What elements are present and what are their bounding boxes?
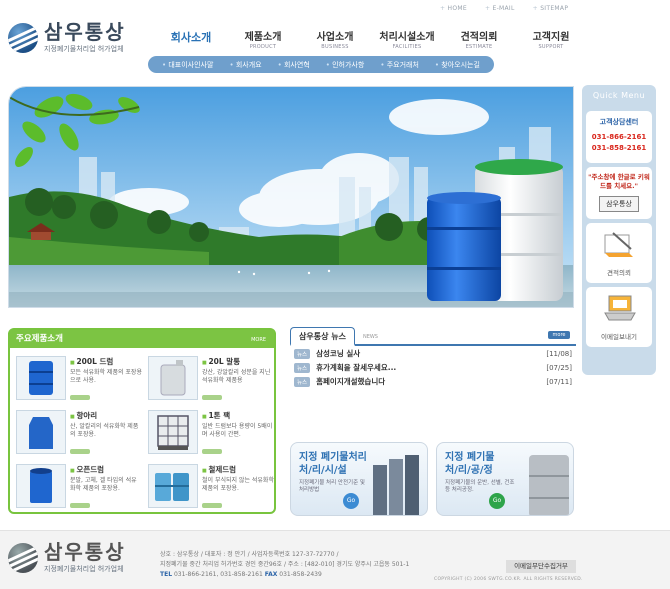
subnav-greeting[interactable]: 대표이사인사말 — [162, 60, 213, 70]
products-panel: 주요제품소개 MORE 200L 드럼모든 석유화학 제품의 포장용으로 사용.… — [8, 328, 276, 514]
utility-links: HOME E-MAIL SITEMAP — [440, 5, 568, 12]
product-more-button[interactable] — [202, 503, 222, 508]
nav-support[interactable]: 고객지원 SUPPORT — [515, 32, 587, 50]
subnav-licenses[interactable]: 인허가사항 — [326, 60, 364, 70]
facility-go-button[interactable]: Go — [343, 493, 359, 509]
facility-promo[interactable]: 지정 폐기물처리 처/리/시/설 지정폐기물 처리 안전기준 및 처리방법 Go — [290, 442, 428, 516]
news-badge: 뉴스 — [294, 362, 311, 373]
product-item[interactable]: 철제드럼철이 부식되지 않는 석유화학 제품의 포장용. — [148, 464, 274, 512]
phone-number-2: 031-858-2161 — [591, 144, 647, 152]
blue-drum-icon — [16, 356, 66, 400]
footer-logo-icon — [8, 543, 38, 573]
product-more-button[interactable] — [70, 449, 90, 454]
product-item[interactable]: 항아리산, 알칼리의 석유화학 제품의 포장용. — [16, 410, 142, 458]
footer-tel-label: TEL — [160, 571, 173, 578]
email-label: 이메일보내기 — [601, 333, 637, 341]
products-title: 주요제품소개 — [16, 334, 63, 344]
email-refusal-button[interactable]: 이메일무단수집거부 — [506, 560, 576, 573]
phone-number-1: 031-866-2161 — [591, 133, 647, 141]
customer-center-box: 고객상담센터 031-866-2161 031-858-2161 — [586, 111, 652, 163]
main-nav: 회사소개 제품소개 PRODUCT 사업소개 BUSINESS 처리시설소개 FACI… — [155, 32, 587, 51]
logo-globe-icon — [8, 23, 38, 53]
steel-drum-icon — [148, 464, 198, 508]
news-row[interactable]: 뉴스 삼성코닝 실사 [11/08] — [290, 347, 576, 360]
copyright: COPYRIGHT (C) 2006 SWTG.CO.KR. ALL RIGHT… — [434, 577, 583, 582]
process-drum-image — [529, 455, 569, 515]
product-more-button[interactable] — [202, 395, 222, 400]
sitemap-link[interactable]: SITEMAP — [533, 5, 569, 12]
news-row[interactable]: 뉴스 홈페이지개설했습니다 [07/11] — [290, 375, 576, 388]
open-drum-icon — [16, 464, 66, 508]
quick-menu: Quick Menu 고객상담센터 031-866-2161 031-858-2… — [582, 85, 656, 375]
nav-product[interactable]: 제품소개 PRODUCT — [227, 32, 299, 50]
product-more-button[interactable] — [70, 503, 90, 508]
hero-banner — [8, 86, 574, 308]
nav-facilities[interactable]: 처리시설소개 FACILITIES — [371, 32, 443, 50]
quick-menu-title: Quick Menu — [592, 91, 646, 100]
email-link[interactable]: E-MAIL — [485, 5, 515, 12]
product-item[interactable]: 200L 드럼모든 석유화학 제품의 포장용으로 사용. — [16, 356, 142, 404]
jerrycan-icon — [148, 356, 198, 400]
site-logo[interactable]: 삼우통상 지정폐기물처리업 허가업체 — [8, 22, 126, 54]
product-item[interactable]: 오픈드럼분말, 고체, 겔 타입의 석유화학 제품의 포장용. — [16, 464, 142, 512]
logo-subtitle: 지정폐기물처리업 허가업체 — [44, 45, 124, 53]
news-panel: 삼우통상 뉴스 NEWS more 뉴스 삼성코닝 실사 [11/08] 뉴스 … — [290, 327, 576, 428]
estimate-label: 견적의뢰 — [607, 269, 631, 277]
logo-title: 삼우통상 — [44, 20, 126, 44]
product-more-button[interactable] — [202, 449, 222, 454]
nav-estimate[interactable]: 견적의뢰 ESTIMATE — [443, 32, 515, 50]
email-button[interactable]: 이메일보내기 — [586, 287, 652, 347]
facility-promo-desc: 지정폐기물 처리 안전기준 및 처리방법 — [299, 480, 365, 493]
news-row[interactable]: 뉴스 휴가계획을 잘세우세요... [07/25] — [290, 361, 576, 374]
product-more-button[interactable] — [70, 395, 90, 400]
estimate-button[interactable]: 견적의뢰 — [586, 223, 652, 283]
home-link[interactable]: HOME — [440, 5, 467, 12]
ibc-tank-icon — [148, 410, 198, 454]
footer-logo-subtitle: 지정폐기물처리업 허가업체 — [44, 565, 124, 573]
nav-company[interactable]: 회사소개 — [155, 32, 227, 50]
customer-center-label: 고객상담센터 — [599, 118, 639, 126]
footer-line-1: 상호 : 삼우통상 / 대표자 : 정 안기 / 사업자등록번호 127-37-… — [160, 551, 339, 558]
nav-business[interactable]: 사업소개 BUSINESS — [299, 32, 371, 50]
footer-logo: 삼우통상 지정폐기물처리업 허가업체 — [8, 542, 126, 574]
keyword-badge[interactable]: 삼우통상 — [599, 196, 639, 212]
product-item[interactable]: 1톤 팩일반 드럼보다 용량이 5배이며 사용이 간편. — [148, 410, 274, 458]
blue-jar-icon — [16, 410, 66, 454]
process-go-button[interactable]: Go — [489, 493, 505, 509]
news-badge: 뉴스 — [294, 376, 311, 387]
sub-nav: 대표이사인사말 회사개요 회사연혁 인허가사항 주요거래처 찾아오시는길 — [148, 56, 494, 73]
subnav-overview[interactable]: 회사개요 — [229, 60, 262, 70]
subnav-clients[interactable]: 주요거래처 — [380, 60, 419, 70]
news-more-button[interactable]: more — [548, 331, 570, 339]
product-item[interactable]: 20L 말통강산, 강알칼리 성분을 지닌 석유화학 제품용 — [148, 356, 274, 404]
footer-logo-title: 삼우통상 — [44, 540, 126, 564]
hero-blue-drum — [427, 192, 501, 301]
keyword-box: "주소창에 한글로 키워드를 치세요." 삼우통상 — [586, 167, 652, 219]
products-more-link[interactable]: MORE — [251, 331, 266, 348]
footer-line-2: 지정폐기물 중간 처리업 허가번호 경인 중간96호 / 주소 : [482-0… — [160, 561, 410, 568]
estimate-icon — [604, 232, 633, 257]
footer-info: 상호 : 삼우통상 / 대표자 : 정 안기 / 사업자등록번호 127-37-… — [160, 550, 409, 580]
process-promo-desc: 지정폐기물의 운반, 선별, 건조등 처리공정. — [445, 480, 515, 493]
laptop-mail-icon — [604, 295, 636, 321]
tab-news[interactable]: NEWS — [355, 331, 386, 344]
news-badge: 뉴스 — [294, 348, 311, 359]
footer-tel: 031-866-2161, 031-858-2161 — [173, 571, 263, 578]
footer-fax: 031-858-2439 — [279, 571, 322, 578]
subnav-history[interactable]: 회사연혁 — [278, 60, 310, 70]
keyword-note: "주소창에 한글로 키워드를 치세요." — [588, 173, 650, 190]
tab-company-news[interactable]: 삼우통상 뉴스 — [290, 327, 355, 346]
footer-fax-label: FAX — [264, 571, 278, 578]
facility-drums-image — [373, 455, 419, 515]
subnav-directions[interactable]: 찾아오시는길 — [435, 60, 480, 70]
process-promo[interactable]: 지정 폐기물 처/리/공/정 지정폐기물의 운반, 선별, 건조등 처리공정. … — [436, 442, 574, 516]
